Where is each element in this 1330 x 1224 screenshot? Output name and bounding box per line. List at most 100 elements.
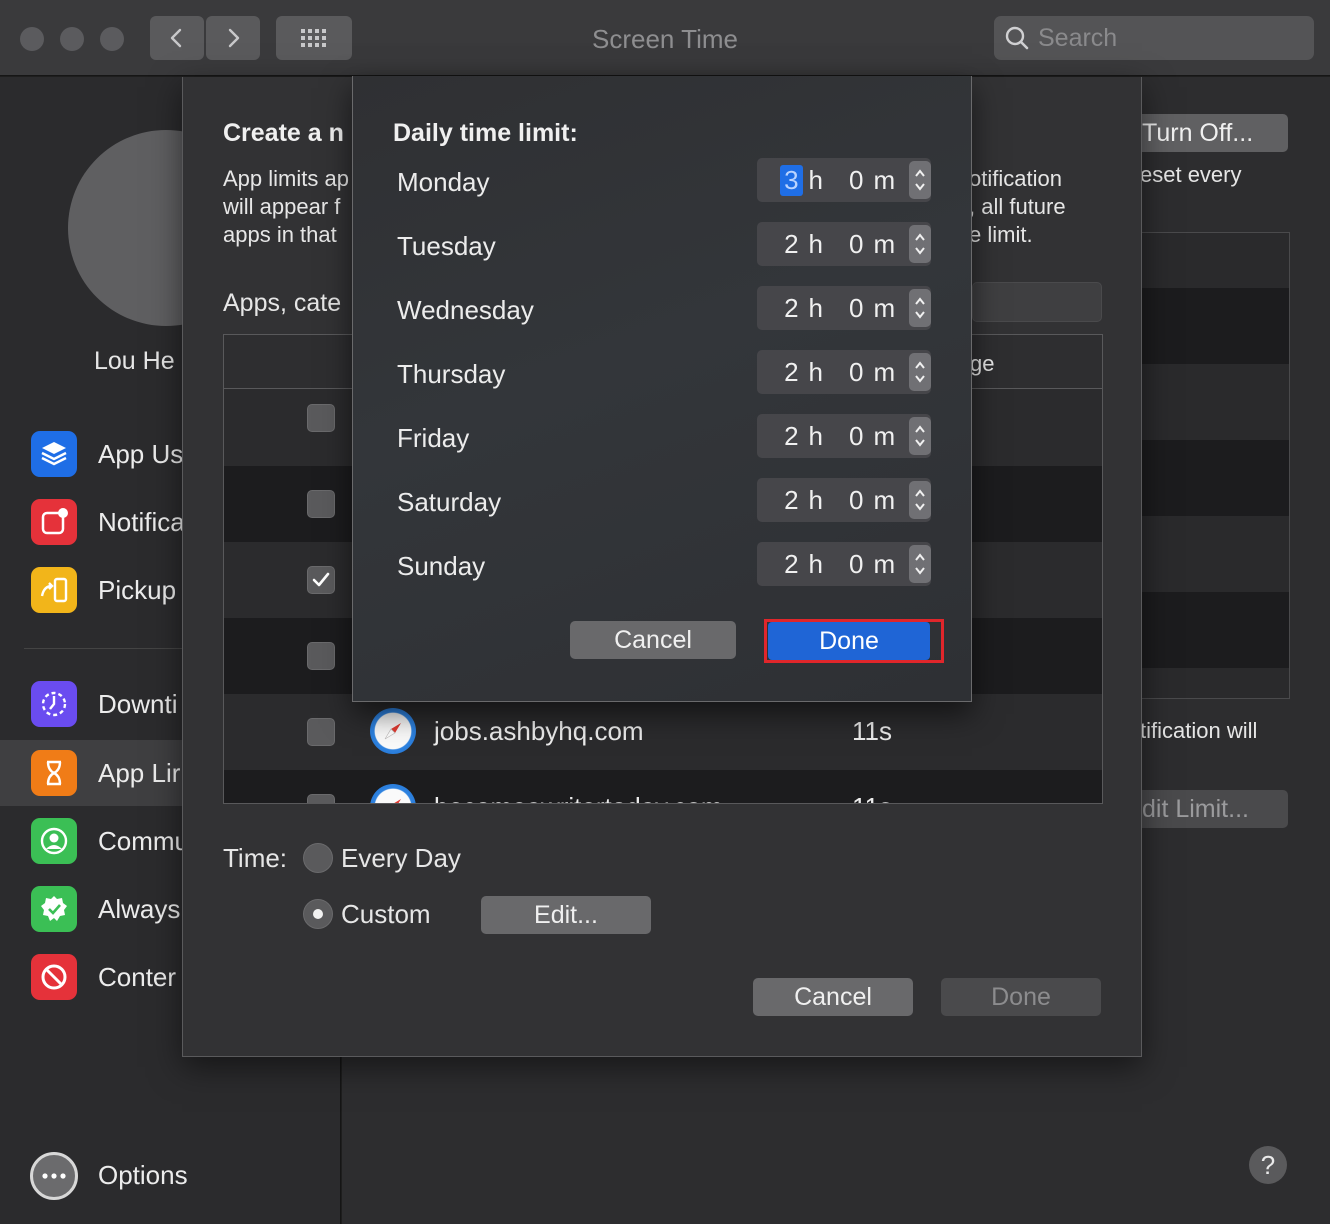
search-input[interactable] [1038, 23, 1298, 53]
stepper-arrows[interactable] [909, 417, 931, 455]
downtime-clock-icon [31, 681, 77, 727]
hours-unit: h [808, 292, 823, 323]
hours-unit: h [808, 548, 823, 579]
minutes-value[interactable]: 0 [849, 485, 863, 516]
day-label-friday: Friday [397, 423, 470, 453]
layers-icon [31, 431, 77, 477]
minutes-value[interactable]: 0 [849, 357, 863, 388]
minutes-value[interactable]: 0 [849, 549, 863, 580]
app-limits-list [1128, 232, 1290, 699]
time-stepper-saturday[interactable]: 2h 0m [757, 478, 931, 522]
sidebar-item-label: Conter [98, 961, 177, 992]
hours-field[interactable]: 2h [757, 414, 829, 458]
sidebar-item-label: App Us [98, 438, 184, 469]
minutes-unit: m [873, 228, 896, 259]
time-stepper-thursday[interactable]: 2h 0m [757, 350, 931, 394]
day-label-thursday: Thursday [397, 359, 506, 389]
every-day-radio[interactable] [303, 843, 333, 873]
help-button[interactable]: ? [1249, 1146, 1287, 1184]
time-stepper-friday[interactable]: 2h 0m [757, 414, 931, 458]
apps-search-field[interactable] [972, 282, 1102, 322]
options-button[interactable]: Options [98, 1160, 188, 1191]
window-titlebar: Screen Time [0, 0, 1330, 76]
minutes-field[interactable]: 0m [849, 350, 907, 394]
minutes-unit: m [873, 420, 896, 451]
hours-value[interactable]: 2 [780, 357, 802, 388]
stepper-arrows[interactable] [909, 161, 931, 199]
table-row[interactable]: becomeawritertoday.com 11s [224, 770, 1102, 803]
row-checkbox[interactable] [307, 404, 335, 432]
minutes-field[interactable]: 0m [849, 222, 907, 266]
minutes-field[interactable]: 0m [849, 478, 907, 522]
hours-field[interactable]: 2h [757, 478, 829, 522]
row-checkbox[interactable] [307, 794, 335, 803]
hours-value[interactable]: 2 [780, 229, 802, 260]
hours-value[interactable]: 2 [780, 549, 802, 580]
minutes-field[interactable]: 0m [849, 286, 907, 330]
time-stepper-sunday[interactable]: 2h 0m [757, 542, 931, 586]
turn-off-button[interactable]: Turn Off... [1128, 114, 1288, 152]
prohibited-icon [31, 954, 77, 1000]
sheet-title: Create a n [223, 119, 344, 147]
minutes-field[interactable]: 0m [849, 542, 907, 586]
hours-field[interactable]: 2h [757, 542, 829, 586]
stepper-arrows[interactable] [909, 545, 931, 583]
popover-done-button[interactable]: Done [768, 622, 930, 660]
hours-unit: h [808, 420, 823, 451]
sheet-done-button[interactable]: Done [941, 978, 1101, 1016]
sheet-cancel-button[interactable]: Cancel [753, 978, 913, 1016]
sidebar-item-label: Commu [98, 825, 190, 856]
hourglass-icon [31, 750, 77, 796]
every-day-label[interactable]: Every Day [341, 843, 461, 874]
options-ellipsis-icon[interactable] [30, 1152, 78, 1200]
hours-field[interactable]: 2h [757, 350, 829, 394]
sidebar-item-label: Notifica [98, 506, 185, 537]
row-checkbox[interactable] [307, 642, 335, 670]
minutes-field[interactable]: 0m [849, 414, 907, 458]
minutes-field[interactable]: 0m [849, 158, 907, 202]
time-stepper-monday[interactable]: 3h 0m [757, 158, 931, 202]
row-checkbox-checked[interactable] [307, 566, 335, 594]
row-checkbox[interactable] [307, 490, 335, 518]
minutes-unit: m [873, 164, 896, 195]
hours-value[interactable]: 2 [780, 485, 802, 516]
hours-value-selected[interactable]: 3 [780, 164, 803, 196]
stepper-arrows[interactable] [909, 353, 931, 391]
checkmark-icon [312, 572, 330, 587]
custom-radio-selected[interactable] [303, 899, 333, 929]
usage-column-header[interactable]: ge [970, 351, 994, 377]
time-label: Time: [223, 843, 288, 873]
time-stepper-wednesday[interactable]: 2h 0m [757, 286, 931, 330]
stepper-arrows[interactable] [909, 225, 931, 263]
row-usage-time: 11s [852, 792, 892, 803]
up-down-chevron-icon [915, 425, 925, 447]
sidebar-item-label: Pickup [98, 574, 177, 605]
stepper-arrows[interactable] [909, 289, 931, 327]
hours-field[interactable]: 3h [757, 158, 829, 202]
custom-label[interactable]: Custom [341, 899, 431, 930]
day-label-sunday: Sunday [397, 551, 486, 581]
hours-unit: h [808, 484, 823, 515]
table-row[interactable]: jobs.ashbyhq.com 11s [224, 694, 1102, 770]
row-checkbox[interactable] [307, 718, 335, 746]
minutes-value[interactable]: 0 [849, 229, 863, 260]
minutes-value[interactable]: 0 [849, 165, 863, 196]
search-icon [1005, 26, 1029, 50]
hours-value[interactable]: 2 [780, 421, 802, 452]
minutes-value[interactable]: 0 [849, 421, 863, 452]
minutes-unit: m [873, 484, 896, 515]
search-box[interactable] [994, 16, 1314, 60]
minutes-unit: m [873, 356, 896, 387]
hours-unit: h [808, 228, 823, 259]
list-row [1129, 592, 1289, 668]
minutes-value[interactable]: 0 [849, 293, 863, 324]
stepper-arrows[interactable] [909, 481, 931, 519]
sidebar-item-label: App Lir [98, 757, 181, 788]
edit-limit-button[interactable]: dit Limit... [1128, 790, 1288, 828]
hours-field[interactable]: 2h [757, 286, 829, 330]
hours-value[interactable]: 2 [780, 293, 802, 324]
hours-field[interactable]: 2h [757, 222, 829, 266]
popover-cancel-button[interactable]: Cancel [570, 621, 736, 659]
time-stepper-tuesday[interactable]: 2h 0m [757, 222, 931, 266]
edit-schedule-button[interactable]: Edit... [481, 896, 651, 934]
